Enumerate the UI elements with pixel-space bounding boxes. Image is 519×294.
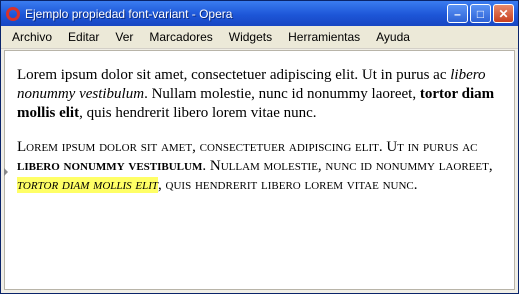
p1-text-a: Lorem ipsum dolor sit amet, consectetuer… xyxy=(17,67,451,83)
window-controls: – □ ✕ xyxy=(447,4,514,23)
paragraph-small-caps: Lorem ipsum dolor sit amet, consectetuer… xyxy=(17,138,502,195)
scroll-marker-icon xyxy=(4,168,8,176)
menu-editar[interactable]: Editar xyxy=(60,30,107,44)
menu-herramientas[interactable]: Herramientas xyxy=(280,30,368,44)
maximize-button[interactable]: □ xyxy=(470,4,491,23)
menu-ver[interactable]: Ver xyxy=(107,30,141,44)
p2-text-a: Lorem ipsum dolor sit amet, consectetuer… xyxy=(17,139,478,155)
p2-bold-text: libero nonummy vestibulum xyxy=(17,158,203,174)
p2-text-e: , quis hendrerit libero lorem vitae nunc… xyxy=(158,177,418,193)
menu-widgets[interactable]: Widgets xyxy=(221,30,280,44)
title-bar[interactable]: Ejemplo propiedad font-variant - Opera –… xyxy=(1,1,518,26)
window-title: Ejemplo propiedad font-variant - Opera xyxy=(25,6,233,21)
p2-highlighted-italic-text: tortor diam mollis elit xyxy=(17,177,159,193)
paragraph-normal: Lorem ipsum dolor sit amet, consectetuer… xyxy=(17,66,502,123)
p1-text-c: . Nullam molestie, nunc id nonummy laore… xyxy=(144,86,420,102)
minimize-button[interactable]: – xyxy=(447,4,468,23)
p2-text-c: . Nullam molestie, nunc id nonummy laore… xyxy=(202,158,493,174)
menu-bar: Archivo Editar Ver Marcadores Widgets He… xyxy=(1,26,518,49)
close-button[interactable]: ✕ xyxy=(493,4,514,23)
browser-window: Ejemplo propiedad font-variant - Opera –… xyxy=(0,0,519,294)
menu-archivo[interactable]: Archivo xyxy=(1,30,60,44)
page-content[interactable]: Lorem ipsum dolor sit amet, consectetuer… xyxy=(4,50,515,290)
menu-ayuda[interactable]: Ayuda xyxy=(368,30,418,44)
opera-logo-icon[interactable] xyxy=(6,6,20,21)
menu-marcadores[interactable]: Marcadores xyxy=(141,30,220,44)
p1-text-e: , quis hendrerit libero lorem vitae nunc… xyxy=(79,105,317,121)
